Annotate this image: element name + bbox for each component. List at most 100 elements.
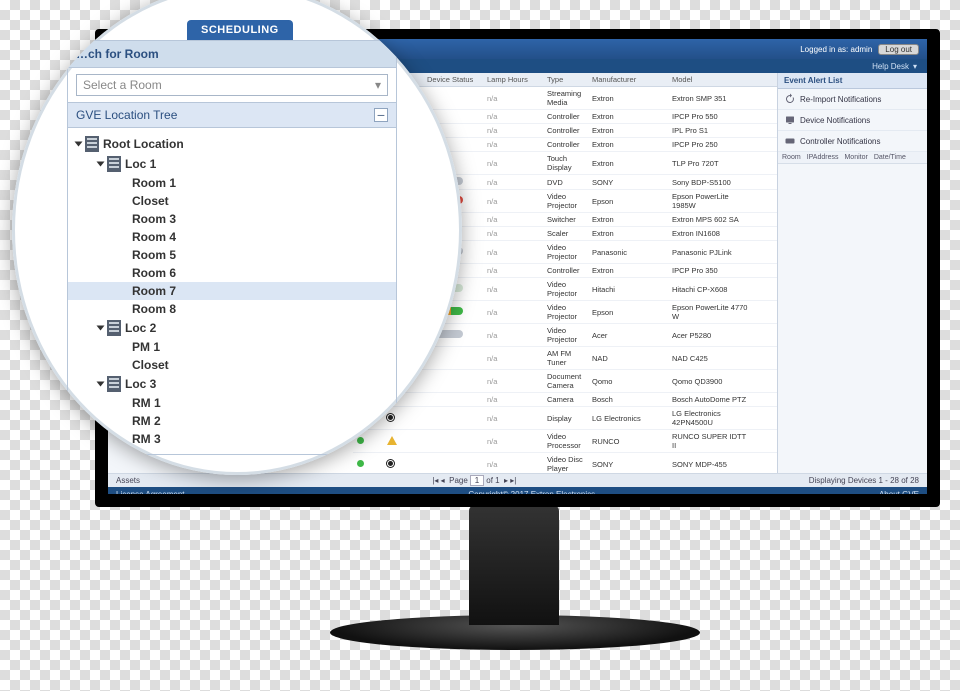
device-model: Extron MPS 602 SA <box>672 215 752 224</box>
device-mfr: Hitachi <box>592 285 672 294</box>
device-model: LG Electronics 42PN4500U <box>672 409 752 427</box>
building-icon <box>107 320 121 336</box>
tree-node[interactable]: Room 7 <box>68 282 396 300</box>
lamp-hours: n/a <box>487 308 547 317</box>
tree-node[interactable]: Closet <box>68 356 396 374</box>
controller-icon <box>784 135 796 147</box>
tab-scheduling[interactable]: SCHEDULING <box>187 20 293 40</box>
tree-node[interactable]: Loc 2 <box>68 318 396 338</box>
device-row[interactable]: n/aVideo Disc PlayerSONYSONY MDP-455 <box>353 453 777 473</box>
device-row[interactable]: n/aCameraBoschBosch AutoDome PTZ <box>353 393 777 407</box>
device-type: Controller <box>547 266 592 275</box>
device-model: Epson PowerLite 4770 W <box>672 303 752 321</box>
lamp-hours: n/a <box>487 126 547 135</box>
device-mfr: SONY <box>592 460 672 469</box>
eh-monitor: Monitor <box>844 154 867 161</box>
status-pager[interactable]: |◂ ◂ Page 1 of 1 ▸ ▸| <box>432 475 516 486</box>
device-type: Scaler <box>547 229 592 238</box>
lamp-hours: n/a <box>487 159 547 168</box>
tree-node[interactable]: RM 1 <box>68 394 396 412</box>
tree-node[interactable]: Loc 1 <box>68 154 396 174</box>
device-type: Video Projector <box>547 280 592 298</box>
lamp-hours: n/a <box>487 248 547 257</box>
device-mfr: Extron <box>592 126 672 135</box>
device-mfr: NAD <box>592 354 672 363</box>
footer-about-link[interactable]: About GVE <box>879 490 919 495</box>
lamp-hours: n/a <box>487 285 547 294</box>
lamp-hours: n/a <box>487 229 547 238</box>
lamp-hours: n/a <box>487 331 547 340</box>
device-type: Document Camera <box>547 372 592 390</box>
footer-license-link[interactable]: License Agreement <box>116 490 185 495</box>
room-select-placeholder: Select a Room <box>83 78 162 92</box>
device-mfr: Extron <box>592 229 672 238</box>
help-desk-link[interactable]: Help Desk <box>872 62 909 71</box>
tree-node[interactable]: RM 2 <box>68 412 396 430</box>
location-tree-header: GVE Location Tree − <box>67 103 397 128</box>
tree-node[interactable]: Room 8 <box>68 300 396 318</box>
tree-node[interactable]: Closet <box>68 192 396 210</box>
device-model: TLP Pro 720T <box>672 159 752 168</box>
device-mfr: Extron <box>592 159 672 168</box>
collapse-tree-button[interactable]: − <box>374 108 388 122</box>
notif-reimport[interactable]: Re-Import Notifications <box>778 89 927 110</box>
building-icon <box>107 376 121 392</box>
logout-button[interactable]: Log out <box>878 44 919 55</box>
device-mfr: Panasonic <box>592 248 672 257</box>
device-model: Extron IN1608 <box>672 229 752 238</box>
tree-node[interactable]: RM 3 <box>68 430 396 448</box>
device-type: AM FM Tuner <box>547 349 592 367</box>
device-model: Extron SMP 351 <box>672 94 752 103</box>
device-type: Streaming Media <box>547 89 592 107</box>
footer-copyright: Copyright© 2017 Extron Electronics <box>468 490 595 495</box>
device-row[interactable]: n/aDisplayLG ElectronicsLG Electronics 4… <box>353 407 777 430</box>
device-model: Bosch AutoDome PTZ <box>672 395 752 404</box>
device-mfr: Bosch <box>592 395 672 404</box>
lamp-hours: n/a <box>487 140 547 149</box>
event-panel-title: Event Alert List <box>778 73 927 89</box>
eh-room: Room <box>782 154 801 161</box>
tree-node[interactable]: Root Location <box>68 134 396 154</box>
device-model: IPCP Pro 250 <box>672 140 752 149</box>
lamp-hours: n/a <box>487 414 547 423</box>
device-mfr: Extron <box>592 140 672 149</box>
eh-datetime: Date/Time <box>874 154 906 161</box>
device-row[interactable]: n/aVideo ProcessorRUNCORUNCO SUPER IDTT … <box>353 430 777 453</box>
tree-node[interactable]: Room 4 <box>68 228 396 246</box>
expand-icon <box>97 162 105 167</box>
refresh-icon <box>784 93 796 105</box>
room-select[interactable]: Select a Room ▾ <box>76 74 388 96</box>
expand-icon <box>75 142 83 147</box>
device-model: NAD C425 <box>672 354 752 363</box>
device-mfr: SONY <box>592 178 672 187</box>
tree-node[interactable]: PM 1 <box>68 338 396 356</box>
room-select-wrap: Select a Room ▾ <box>67 68 397 103</box>
lamp-hours: n/a <box>487 266 547 275</box>
device-type: Video Processor <box>547 432 592 450</box>
monitor-stand-neck <box>469 505 559 625</box>
tree-node[interactable]: Room 5 <box>68 246 396 264</box>
notif-device[interactable]: Device Notifications <box>778 110 927 131</box>
expand-icon <box>97 382 105 387</box>
notif-device-label: Device Notifications <box>800 116 870 125</box>
device-model: Hitachi CP-X608 <box>672 285 752 294</box>
tree-node[interactable]: Room 1 <box>68 174 396 192</box>
tree-node[interactable]: Room 3 <box>68 210 396 228</box>
device-model: Acer P5280 <box>672 331 752 340</box>
cutoff-row: gital - WD TV Live v1.0 <box>67 459 397 468</box>
tree-node[interactable]: Room 6 <box>68 264 396 282</box>
status-count: Displaying Devices 1 - 28 of 28 <box>809 476 919 485</box>
notif-controller[interactable]: Controller Notifications <box>778 131 927 152</box>
tree-node[interactable]: Loc 3 <box>68 374 396 394</box>
col-mfr: Manufacturer <box>592 75 672 84</box>
device-type: Display <box>547 414 592 423</box>
col-type: Type <box>547 75 592 84</box>
expand-icon <box>97 326 105 331</box>
device-model: IPCP Pro 350 <box>672 266 752 275</box>
device-model: Sony BDP-S5100 <box>672 178 752 187</box>
device-type: Camera <box>547 395 592 404</box>
device-model: Panasonic PJLink <box>672 248 752 257</box>
lamp-hours: n/a <box>487 377 547 386</box>
device-mfr: RUNCO <box>592 437 672 446</box>
app-footer: License Agreement Copyright© 2017 Extron… <box>108 487 927 494</box>
